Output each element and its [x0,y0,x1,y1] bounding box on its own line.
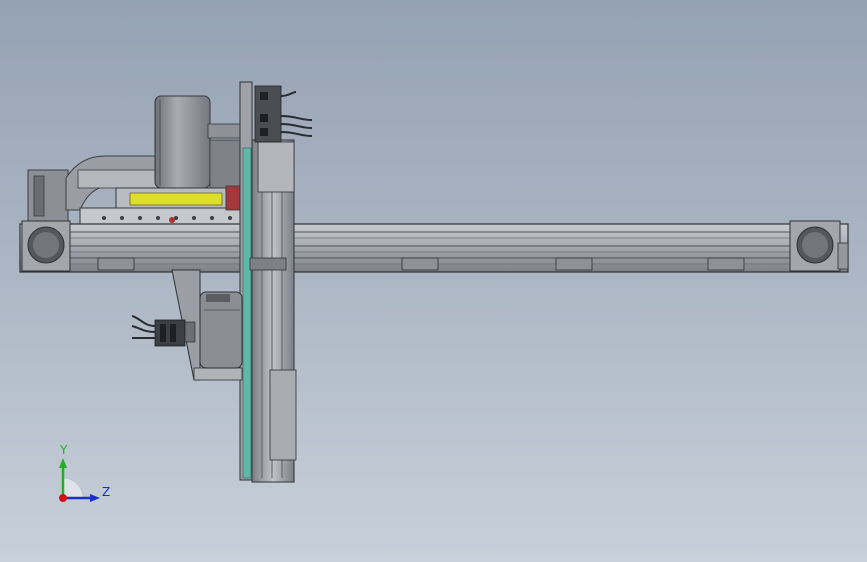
main-horizontal-rail [19,223,849,273]
z-axis-arrowhead [90,494,100,502]
gantry-assembly-model[interactable] [0,0,867,562]
triad-origin [59,494,67,502]
right-end-cap [789,220,849,272]
carriage-yellow-plate [79,185,256,229]
z-axis-label: Z [102,485,110,499]
top-drum-cylinder [154,95,247,189]
y-axis-label: Y [59,443,68,457]
left-end-cap [21,220,71,272]
triad-arc [62,477,84,499]
y-axis-arrowhead [59,458,67,468]
coordinate-triad-icon: Y Z [59,443,110,502]
cad-viewport[interactable]: Y Z [0,0,867,562]
top-valve-block [254,85,313,143]
